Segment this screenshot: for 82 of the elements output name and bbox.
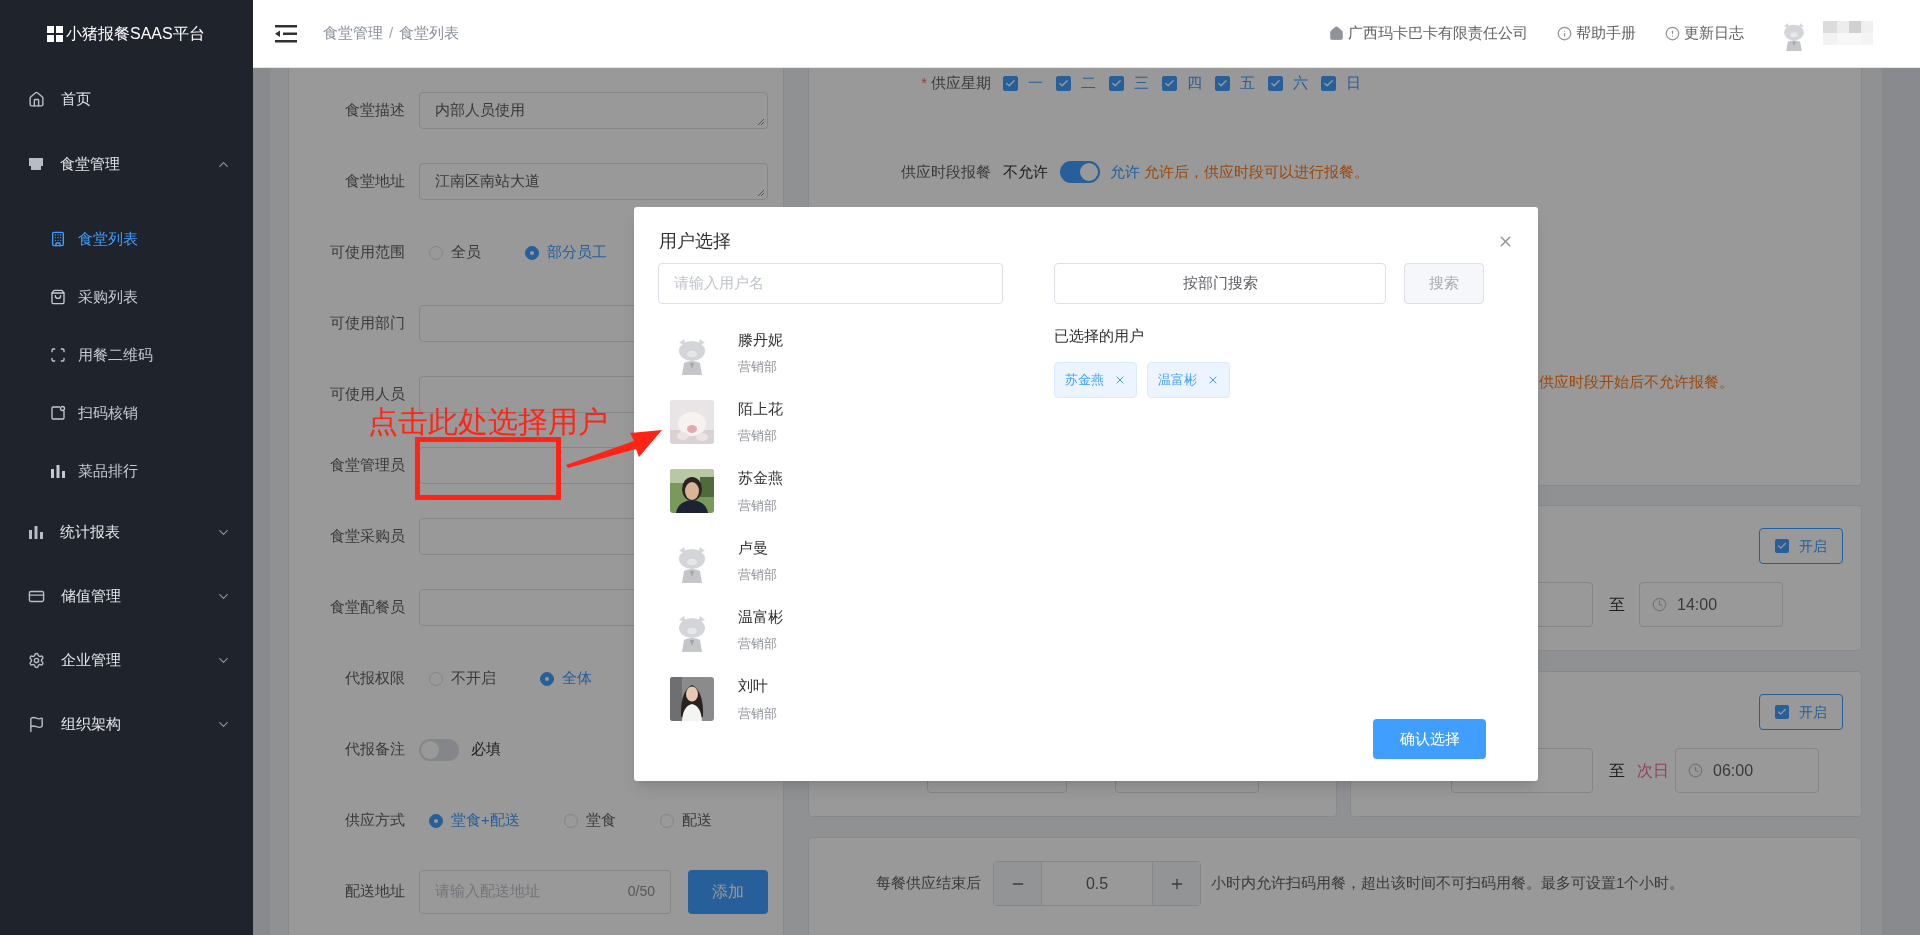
breadcrumb-item: 食堂列表 [399, 23, 460, 44]
form-label: 每餐供应结束后 [875, 873, 981, 894]
user-department: 营销部 [738, 635, 778, 654]
menu-item[interactable]: 储值管理 [0, 564, 253, 628]
form-label: 食堂描述 [344, 100, 405, 121]
switch-on-label: 允许 [1110, 161, 1140, 182]
switch-off-label: 不允许 [1003, 161, 1048, 182]
submenu-item[interactable]: 扫码核销 [0, 384, 253, 442]
user-department: 营销部 [738, 566, 777, 585]
text-area[interactable]: 江南区南站大道 [419, 163, 768, 200]
selected-user-tag: 温富彬 [1147, 361, 1230, 398]
radio-label: 全体 [562, 668, 592, 689]
menu-item[interactable]: 统计报表 [0, 500, 253, 564]
stepper-value: 0.5 [1084, 873, 1110, 894]
user-department: 营销部 [738, 704, 777, 723]
checkbox-label: 二 [1081, 72, 1096, 93]
form-label: 供应时段报餐 [900, 161, 991, 182]
menu-item[interactable]: 企业管理 [0, 628, 253, 692]
char-counter: 0/50 [627, 882, 655, 901]
dialog-title: 用户选择 [659, 229, 731, 253]
user-name[interactable]: 苏金燕 [738, 467, 783, 490]
text-area[interactable]: 内部人员使用 [419, 92, 768, 129]
form-label: 食堂配餐员 [329, 597, 405, 618]
checkbox-label: 五 [1240, 72, 1255, 93]
radio-label: 配送 [681, 810, 712, 831]
section-heading: 已选择的用户 [1054, 326, 1145, 346]
radio-label: 不开启 [451, 668, 496, 689]
form-label: 食堂采购员 [329, 526, 405, 547]
user-department: 营销部 [738, 496, 778, 515]
switch-label: 必填 [471, 739, 501, 760]
submenu-item[interactable]: 采购列表 [0, 268, 253, 326]
form-label: 可使用范围 [329, 242, 405, 263]
submenu-item[interactable]: 食堂列表 [0, 210, 253, 268]
form-label: 代报权限 [344, 668, 405, 689]
user-name[interactable]: 陌上花 [738, 397, 783, 421]
form-label: 可使用部门 [329, 313, 405, 334]
checkbox-label: 四 [1187, 72, 1202, 93]
menu-item[interactable]: 食堂管理 [0, 130, 253, 198]
radio-label: 堂食+配送 [451, 810, 520, 831]
radio-label: 堂食 [585, 810, 616, 831]
radio-label: 部分员工 [547, 242, 607, 263]
checkbox-label: 日 [1346, 72, 1361, 93]
submenu-item[interactable]: 菜品排行 [0, 442, 253, 500]
breadcrumb-item[interactable]: 食堂管理 [323, 22, 383, 45]
selected-user-tag: 苏金燕 [1054, 361, 1137, 398]
app-logo-text: 小猪报餐SAAS平台 [66, 24, 205, 44]
form-label: 供应方式 [344, 810, 405, 831]
submenu-item[interactable]: 用餐二维码 [0, 326, 253, 384]
form-label: 配送地址 [344, 881, 405, 902]
to-label: 至 [1609, 594, 1625, 615]
department-search-button[interactable]: 按部门搜索 [1054, 263, 1386, 304]
menu-item[interactable]: 组织架构 [0, 692, 253, 756]
user-name[interactable]: 卢曼 [738, 536, 777, 560]
to-label: 至 [1609, 760, 1625, 781]
form-label: 可使用人员 [329, 384, 405, 405]
header-link[interactable]: 更新日志 [1665, 22, 1744, 45]
user-name[interactable]: 滕丹妮 [738, 328, 783, 352]
checkbox-label: 三 [1134, 72, 1149, 93]
hint-text: 小时内允许扫码用餐，超出该时间不可扫码用餐。最多可设置1个小时。 [1211, 873, 1685, 894]
form-label: 代报备注 [344, 739, 405, 760]
form-label: 食堂地址 [344, 171, 405, 192]
number-stepper[interactable]: 0.5 [993, 861, 1201, 906]
hint-text: 供应时段开始后不允许报餐。 [1539, 371, 1734, 392]
checkbox-label: 六 [1293, 72, 1308, 93]
radio-label: 全员 [451, 242, 481, 263]
header-link[interactable]: 广西玛卡巴卡有限责任公司 [1329, 22, 1528, 45]
time-input[interactable]: 14:00 [1639, 582, 1783, 627]
header-link[interactable]: 帮助手册 [1557, 22, 1636, 45]
time-input[interactable]: 06:00 [1675, 748, 1819, 793]
user-department: 营销部 [738, 358, 778, 377]
user-department: 营销部 [738, 427, 778, 446]
checkbox-label: 一 [1028, 72, 1043, 93]
user-name[interactable]: 刘叶 [738, 675, 777, 698]
user-name[interactable]: 温富彬 [738, 605, 783, 629]
menu-item[interactable]: 首页 [0, 68, 253, 130]
form-label: 供应星期 [931, 73, 991, 91]
form-label: 食堂管理员 [329, 455, 405, 476]
required-mark: * [921, 73, 927, 91]
hint-text: 允许后，供应时段可以进行报餐。 [1144, 161, 1369, 182]
annotation-text: 点击此处选择用户 [368, 406, 608, 437]
next-day-label: 次日 [1637, 760, 1669, 781]
breadcrumb-separator: / [389, 23, 394, 44]
